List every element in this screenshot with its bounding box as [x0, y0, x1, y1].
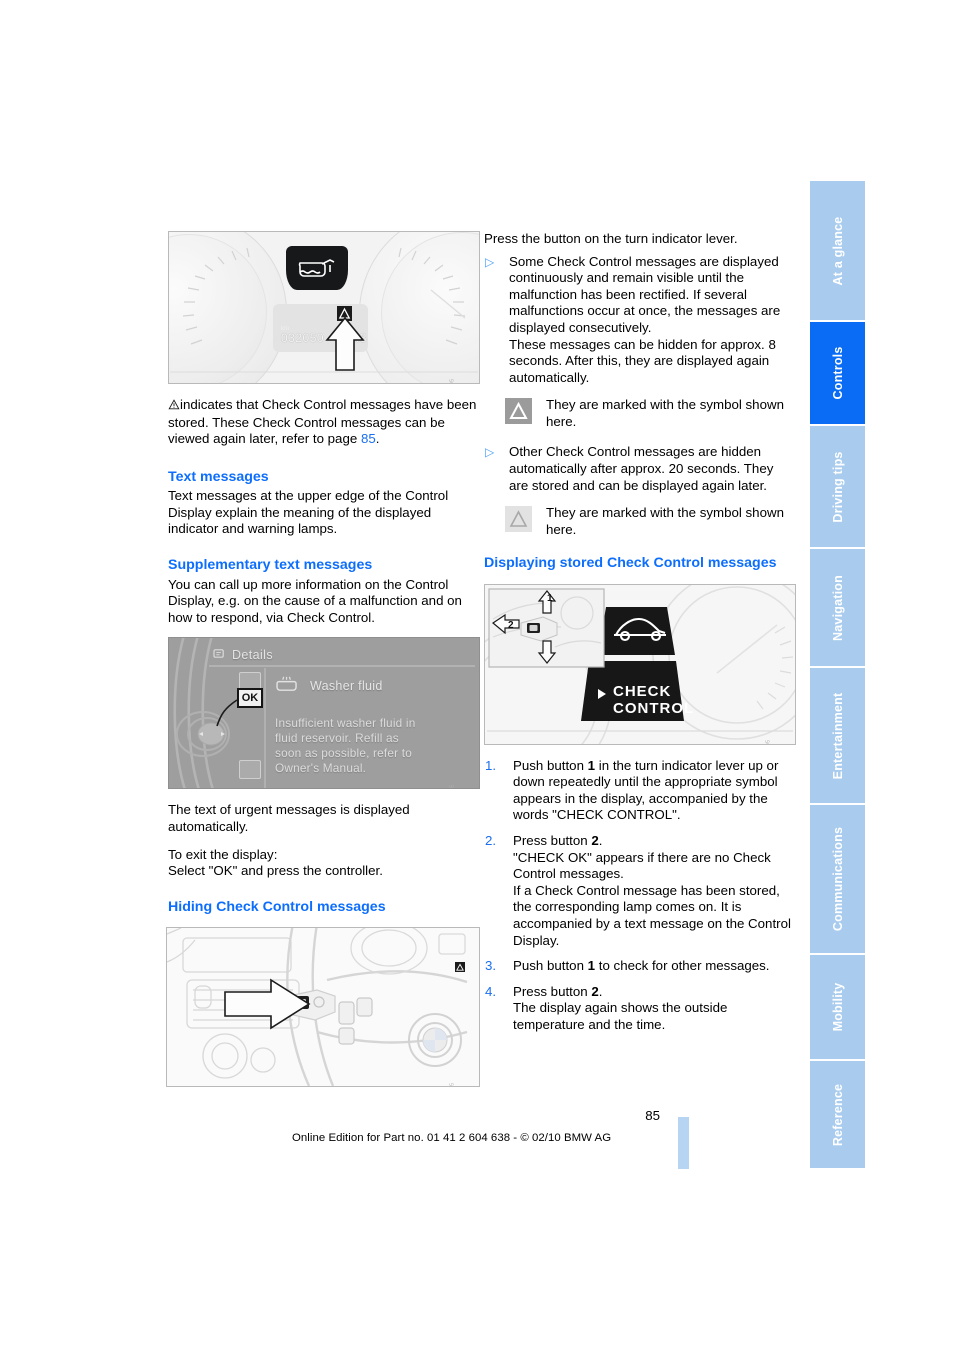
bullet-paragraph: Other Check Control messages are hidden …: [509, 444, 774, 493]
check-control-bullet-list-2: ▷ Other Check Control messages are hidde…: [484, 444, 796, 494]
press-button-text: Press the button on the turn indicator l…: [484, 231, 738, 246]
intro-paragraph: indicates that Check Control messages ha…: [168, 397, 480, 448]
supplementary-body: You can call up more information on the …: [168, 576, 462, 625]
inset-callout-2: 2: [508, 619, 514, 631]
intro-text: indicates that Check Control messages ha…: [168, 397, 477, 447]
manual-page: At a glance Controls Driving tips Naviga…: [0, 0, 954, 1350]
sidebar-item-mobility[interactable]: Mobility: [810, 955, 865, 1061]
display-line-2: CONTROL: [613, 699, 695, 717]
page-number: 85: [645, 1108, 660, 1123]
sidebar-item-communications[interactable]: Communications: [810, 805, 865, 955]
inset-callout-1: 1: [547, 592, 553, 604]
sidebar-item-label: Controls: [830, 346, 845, 400]
odometer-unit: km: [281, 326, 289, 332]
symbol-note-text: They are marked with the symbol shown he…: [546, 505, 784, 537]
step-number: 1.: [485, 757, 497, 773]
bullet-paragraph: Some Check Control messages are displaye…: [509, 253, 781, 335]
list-item: 3. Push button 1 to check for other mess…: [484, 958, 796, 975]
ok-label: OK: [241, 692, 259, 705]
message-body: Insufficient washer fluid in fluid reser…: [275, 716, 416, 776]
list-item: ▷ Some Check Control messages are displa…: [484, 254, 796, 387]
footer-note: Online Edition for Part no. 01 41 2 604 …: [292, 1132, 612, 1144]
symbol-note-text: They are marked with the symbol shown he…: [546, 397, 784, 429]
sidebar-item-label: Entertainment: [830, 692, 845, 779]
figure-control-display-details: Details OK Washer fluid Insufficient was…: [168, 637, 480, 790]
heading-supplementary-text-messages: Supplementary text messages: [168, 557, 373, 574]
message-title: Washer fluid: [310, 678, 383, 693]
check-control-display-text: CHECK CONTROL: [613, 683, 694, 717]
exit-display-label: To exit the display:: [168, 846, 278, 862]
step-number: 2.: [485, 833, 497, 848]
warning-triangle-outline-icon: [505, 506, 532, 533]
back-icon: [239, 760, 261, 780]
details-icon: [213, 647, 226, 664]
sidebar-item-navigation[interactable]: Navigation: [810, 549, 865, 668]
page-reference-link[interactable]: 85: [361, 431, 376, 446]
symbol-note-dark: They are marked with the symbol shown he…: [484, 397, 796, 433]
heading-text-messages: Text messages: [168, 468, 269, 485]
oil-level-warning-lamp: [286, 246, 348, 290]
sidebar-item-reference[interactable]: Reference: [810, 1061, 865, 1168]
step-text: Push button 1 to check for other message…: [513, 958, 770, 974]
heading-hiding-check-control-messages: Hiding Check Control messages: [168, 898, 386, 915]
right-text-column: Press the button on the turn indicator l…: [484, 231, 796, 1043]
page-marker-bar: [678, 1117, 689, 1169]
figure-instrument-cluster-oil-warning: 032050 - 128.8 km WK/KM/2005: [168, 231, 480, 384]
exit-display-body: Select "OK" and press the controller.: [168, 863, 383, 879]
step-text: Press button 2. The display again shows t…: [513, 983, 728, 1032]
sidebar-item-label: Communications: [830, 826, 845, 932]
warning-triangle-solid-icon: [505, 398, 532, 425]
intro-suffix: .: [375, 431, 380, 447]
figure-code: WK/KM/2005: [445, 1082, 462, 1086]
sidebar-item-label: Reference: [830, 1083, 845, 1146]
sidebar-item-label: Navigation: [830, 574, 845, 641]
display-header: Details: [213, 647, 273, 664]
triangle-bullet-icon: ▷: [485, 254, 495, 269]
ok-button[interactable]: OK: [237, 688, 263, 709]
heading-displaying-stored-messages: Displaying stored Check Control messages: [484, 555, 777, 572]
message-title-row: Washer fluid: [275, 674, 383, 698]
numbered-steps-list: 1. Push button 1 in the turn indicator l…: [484, 758, 796, 1034]
step-text: Push button 1 in the turn indicator leve…: [513, 757, 779, 823]
list-item: 2. Press button 2. "CHECK OK" appears if …: [484, 833, 796, 949]
figure-check-control-display: CHECK CONTROL 1 2 WK/KM/2005: [484, 583, 796, 745]
chapter-tab-rail: At a glance Controls Driving tips Naviga…: [810, 181, 865, 1170]
check-control-bullet-list: ▷ Some Check Control messages are displa…: [484, 254, 796, 387]
warning-triangle-inline-icon: [168, 398, 180, 415]
list-item: 4. Press button 2. The display again show…: [484, 984, 796, 1034]
sidebar-item-label: At a glance: [830, 216, 845, 285]
display-title: Details: [232, 648, 274, 663]
sidebar-item-label: Driving tips: [830, 450, 845, 523]
washer-fluid-icon: [275, 674, 300, 698]
callout-arrow-up-icon: [325, 316, 365, 371]
list-item: ▷ Other Check Control messages are hidde…: [484, 444, 796, 494]
symbol-note-light: They are marked with the symbol shown he…: [484, 505, 796, 541]
sidebar-item-at-a-glance[interactable]: At a glance: [810, 181, 865, 322]
list-item: 1. Push button 1 in the turn indicator l…: [484, 758, 796, 824]
text-messages-body: Text messages at the upper edge of the C…: [168, 488, 449, 537]
triangle-bullet-icon: ▷: [485, 445, 495, 460]
sidebar-item-label: Mobility: [830, 982, 845, 1032]
step-number: 3.: [485, 958, 497, 974]
sidebar-item-driving-tips[interactable]: Driving tips: [810, 426, 865, 549]
step-text: Press button 2. "CHECK OK" appears if the…: [513, 833, 791, 948]
urgent-messages-text: The text of urgent messages is displayed…: [168, 802, 410, 834]
figure-code: WK/KM/2005: [445, 784, 462, 788]
sidebar-item-entertainment[interactable]: Entertainment: [810, 668, 865, 805]
step-number: 4.: [485, 983, 497, 999]
figure-code: WK/KM/2005: [445, 379, 462, 383]
left-text-column: 032050 - 128.8 km WK/KM/2005: [166, 231, 480, 1100]
figure-turn-indicator-lever: WK/KM/2005: [166, 927, 480, 1088]
display-line-1: CHECK: [613, 682, 672, 700]
figure-code: WK/KM/2005: [761, 740, 778, 744]
sidebar-item-controls[interactable]: Controls: [810, 322, 865, 426]
bullet-paragraph: These messages can be hidden for approx.…: [509, 336, 776, 385]
